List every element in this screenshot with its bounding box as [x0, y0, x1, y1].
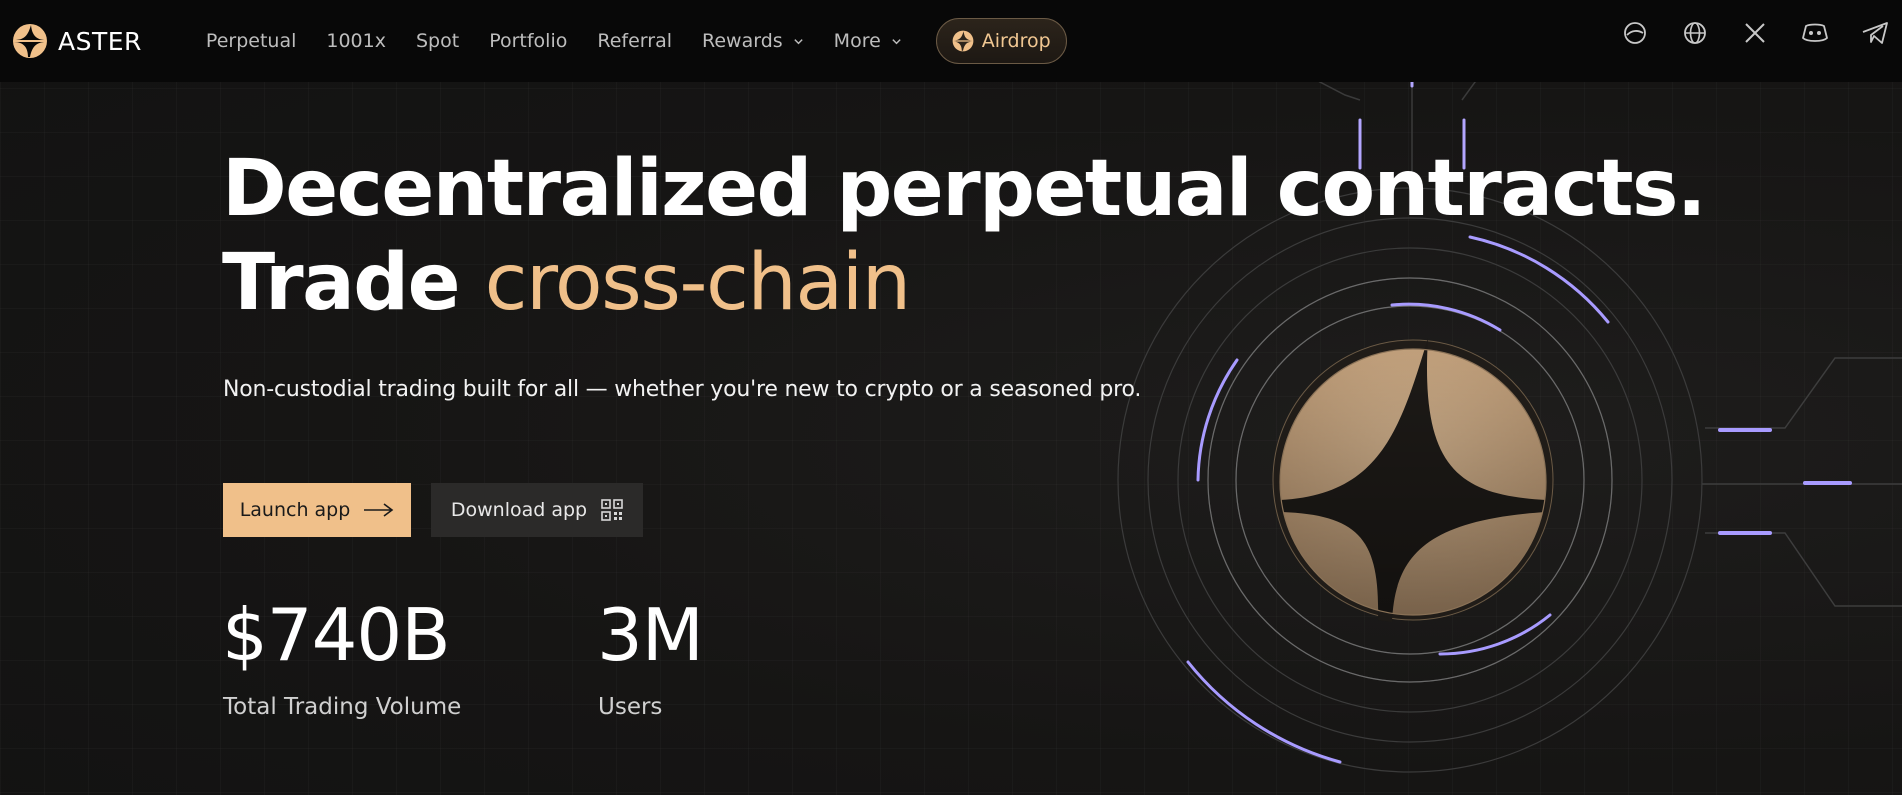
stat-users-value: 3M [597, 593, 704, 677]
rings-highlight [1207, 277, 1613, 683]
stat-volume-label: Total Trading Volume [223, 694, 462, 720]
discord-icon[interactable] [1800, 18, 1830, 48]
hero-subtitle: Non-custodial trading built for all — wh… [223, 377, 1142, 402]
hero-title-accent: cross-chain [484, 238, 912, 328]
airdrop-button[interactable]: Airdrop [935, 18, 1067, 64]
right-connectors [1702, 357, 1902, 607]
download-app-button[interactable]: Download app [431, 483, 643, 537]
hero-title: Decentralized perpetual contracts. Trade… [222, 142, 1707, 330]
nav-item-spot[interactable]: Spot [416, 30, 459, 52]
nav-item-1001x[interactable]: 1001x [326, 30, 386, 52]
top-navbar: ASTER Perpetual 1001x Spot Portfolio Ref… [0, 0, 1902, 82]
brand-logo[interactable]: ASTER [12, 23, 142, 59]
qr-code-icon [601, 499, 623, 521]
nav-item-more[interactable]: More [834, 30, 902, 52]
download-app-label: Download app [450, 499, 588, 521]
coin-emblem [1272, 338, 1554, 622]
aster-logo-icon [952, 30, 974, 52]
main-nav: Perpetual 1001x Spot Portfolio Referral … [206, 18, 1067, 64]
landing-page: ASTER Perpetual 1001x Spot Portfolio Ref… [0, 0, 1902, 795]
right-connector-glow [1718, 428, 1852, 535]
nav-label: Spot [415, 30, 460, 52]
hero-title-line2: Trade cross-chain [222, 236, 1705, 330]
brand-name: ASTER [58, 26, 142, 56]
arrow-right-icon [364, 503, 394, 517]
nav-label: Rewards [702, 30, 783, 52]
airdrop-label: Airdrop [981, 30, 1051, 52]
globe-icon[interactable] [1680, 18, 1710, 48]
nav-label: Portfolio [489, 30, 568, 52]
launch-app-label: Launch app [239, 499, 351, 521]
x-icon[interactable] [1740, 18, 1770, 48]
nav-label: Referral [597, 30, 672, 52]
telegram-icon[interactable] [1860, 18, 1890, 48]
social-links [1590, 18, 1890, 48]
nav-item-referral[interactable]: Referral [597, 30, 672, 52]
stat-users-label: Users [598, 694, 663, 720]
launch-app-button[interactable]: Launch app [223, 483, 411, 537]
chevron-down-icon [793, 38, 803, 44]
nav-label: Perpetual [205, 30, 297, 52]
hero-title-prefix: Trade [222, 238, 485, 328]
hero-title-line1: Decentralized perpetual contracts. [222, 144, 1707, 234]
nav-item-rewards[interactable]: Rewards [702, 30, 804, 52]
nav-item-perpetual[interactable]: Perpetual [206, 30, 296, 52]
stat-volume-value: $740B [222, 593, 451, 677]
chevron-down-icon [892, 38, 901, 44]
aster-logo-icon [13, 24, 47, 58]
docs-icon[interactable] [1620, 18, 1650, 48]
nav-label: More [833, 30, 881, 52]
nav-label: 1001x [326, 30, 386, 52]
nav-item-portfolio[interactable]: Portfolio [489, 30, 567, 52]
